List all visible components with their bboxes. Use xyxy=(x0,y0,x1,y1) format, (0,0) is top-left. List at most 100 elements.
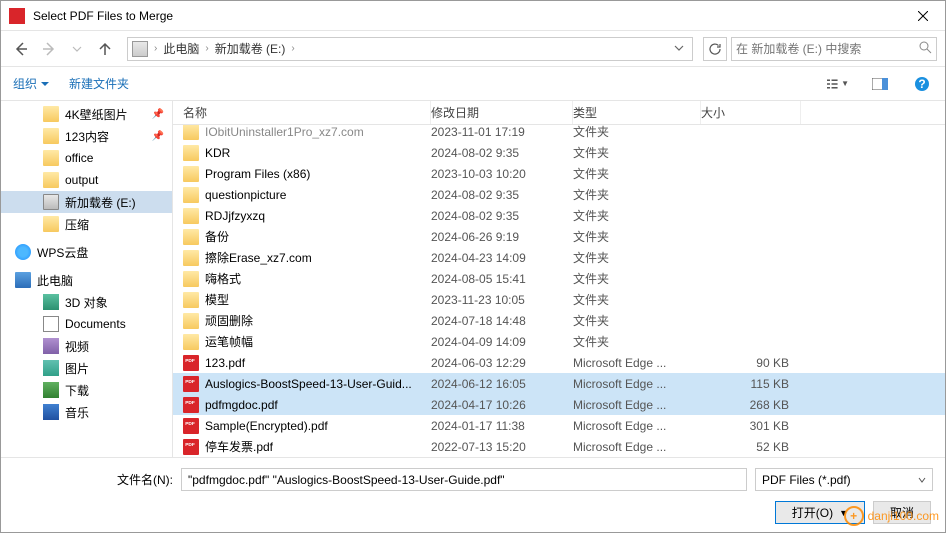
wps-icon xyxy=(15,244,31,260)
folder-icon xyxy=(183,229,199,245)
file-row[interactable]: Auslogics-BoostSpeed-13-User-Guid...2024… xyxy=(173,373,945,394)
file-type: 文件夹 xyxy=(573,270,701,287)
file-row[interactable]: questionpicture2024-08-02 9:35文件夹 xyxy=(173,184,945,205)
file-date: 2023-10-03 10:20 xyxy=(431,167,573,181)
forward-button[interactable] xyxy=(37,37,61,61)
sidebar-pc[interactable]: 此电脑 xyxy=(1,269,172,291)
file-row[interactable]: Sample(Encrypted).pdf2024-01-17 11:38Mic… xyxy=(173,415,945,436)
file-list[interactable]: IObitUninstaller1Pro_xz7.com2023-11-01 1… xyxy=(173,125,945,457)
search-icon[interactable] xyxy=(918,40,932,57)
pdf-icon xyxy=(183,397,199,413)
file-date: 2024-01-17 11:38 xyxy=(431,419,573,433)
preview-pane-button[interactable] xyxy=(869,73,891,95)
file-type: 文件夹 xyxy=(573,228,701,245)
file-row[interactable]: IObitUninstaller1Pro_xz7.com2023-11-01 1… xyxy=(173,125,945,142)
sidebar-item[interactable]: 3D 对象 xyxy=(1,291,172,313)
sidebar-item[interactable]: 压缩 xyxy=(1,213,172,235)
new-folder-button[interactable]: 新建文件夹 xyxy=(69,75,129,92)
search-input[interactable] xyxy=(736,42,918,56)
search-box[interactable] xyxy=(731,37,937,61)
sidebar-item[interactable]: office xyxy=(1,147,172,169)
chevron-down-icon xyxy=(674,43,684,53)
column-date[interactable]: 修改日期 xyxy=(431,101,573,124)
sidebar-item[interactable]: 123内容📌 xyxy=(1,125,172,147)
file-date: 2024-07-18 14:48 xyxy=(431,314,573,328)
folder-icon xyxy=(183,271,199,287)
column-size[interactable]: 大小 xyxy=(701,101,801,124)
breadcrumb-separator[interactable]: › xyxy=(205,43,208,54)
file-row[interactable]: RDJjfzyxzq2024-08-02 9:35文件夹 xyxy=(173,205,945,226)
organize-button[interactable]: 组织 xyxy=(13,75,49,92)
folder-icon xyxy=(43,128,59,144)
chevron-down-icon xyxy=(918,476,926,484)
sidebar-item-label: 3D 对象 xyxy=(65,294,108,311)
file-type: Microsoft Edge ... xyxy=(573,440,701,454)
drive-icon xyxy=(132,41,148,57)
sidebar-item[interactable]: output xyxy=(1,169,172,191)
file-date: 2024-08-02 9:35 xyxy=(431,188,573,202)
pdf-icon xyxy=(183,376,199,392)
open-button[interactable]: 打开(O) ▼ xyxy=(775,501,865,524)
file-row[interactable]: pdfmgdoc.pdf2024-04-17 10:26Microsoft Ed… xyxy=(173,394,945,415)
file-name: Program Files (x86) xyxy=(205,167,431,181)
sidebar-wps[interactable]: WPS云盘 xyxy=(1,241,172,263)
sidebar-item[interactable]: 新加载卷 (E:) xyxy=(1,191,172,213)
file-row[interactable]: 嗨格式2024-08-05 15:41文件夹 xyxy=(173,268,945,289)
view-options-button[interactable]: ▼ xyxy=(827,73,849,95)
column-name[interactable]: 名称 xyxy=(173,101,431,124)
file-row[interactable]: 备份2024-06-26 9:19文件夹 xyxy=(173,226,945,247)
file-type: 文件夹 xyxy=(573,312,701,329)
file-row[interactable]: Program Files (x86)2023-10-03 10:20文件夹 xyxy=(173,163,945,184)
folder-icon xyxy=(183,145,199,161)
help-button[interactable]: ? xyxy=(911,73,933,95)
folder-icon xyxy=(183,334,199,350)
sidebar-item-label: 新加载卷 (E:) xyxy=(65,194,136,211)
file-row[interactable]: 停车发票.pdf2022-07-13 15:20Microsoft Edge .… xyxy=(173,436,945,457)
file-row[interactable]: 擦除Erase_xz7.com2024-04-23 14:09文件夹 xyxy=(173,247,945,268)
recent-button[interactable] xyxy=(65,37,89,61)
up-button[interactable] xyxy=(93,37,117,61)
file-size: 52 KB xyxy=(701,440,789,454)
breadcrumb-pc[interactable]: 此电脑 xyxy=(163,40,199,57)
close-button[interactable] xyxy=(900,1,945,31)
folder-icon xyxy=(183,292,199,308)
sidebar-item[interactable]: 4K壁纸图片📌 xyxy=(1,103,172,125)
file-date: 2024-06-12 16:05 xyxy=(431,377,573,391)
address-dropdown[interactable] xyxy=(670,42,688,56)
file-row[interactable]: 123.pdf2024-06-03 12:29Microsoft Edge ..… xyxy=(173,352,945,373)
file-row[interactable]: KDR2024-08-02 9:35文件夹 xyxy=(173,142,945,163)
filename-label: 文件名(N): xyxy=(13,471,173,488)
file-row[interactable]: 模型2023-11-23 10:05文件夹 xyxy=(173,289,945,310)
file-date: 2024-06-03 12:29 xyxy=(431,356,573,370)
file-row[interactable]: 顽固删除2024-07-18 14:48文件夹 xyxy=(173,310,945,331)
breadcrumb-separator[interactable]: › xyxy=(154,43,157,54)
view-icon xyxy=(827,78,839,90)
file-size: 115 KB xyxy=(701,377,789,391)
refresh-button[interactable] xyxy=(703,37,727,61)
file-row[interactable]: 运笔帧幅2024-04-09 14:09文件夹 xyxy=(173,331,945,352)
filename-input[interactable] xyxy=(181,468,747,491)
folder-icon xyxy=(43,106,59,122)
footer: 文件名(N): PDF Files (*.pdf) 打开(O) ▼ 取消 xyxy=(1,457,945,536)
breadcrumb-drive[interactable]: 新加载卷 (E:) xyxy=(215,40,286,57)
file-type-filter[interactable]: PDF Files (*.pdf) xyxy=(755,468,933,491)
address-bar[interactable]: › 此电脑 › 新加载卷 (E:) › xyxy=(127,37,693,61)
cancel-button[interactable]: 取消 xyxy=(873,501,931,524)
back-button[interactable] xyxy=(9,37,33,61)
file-type: 文件夹 xyxy=(573,165,701,182)
column-type[interactable]: 类型 xyxy=(573,101,701,124)
svg-text:?: ? xyxy=(918,77,925,91)
sidebar-item-label: WPS云盘 xyxy=(37,244,88,261)
sidebar-item-label: 音乐 xyxy=(65,404,89,421)
sidebar-item[interactable]: Documents xyxy=(1,313,172,335)
column-headers: 名称 修改日期 类型 大小 xyxy=(173,101,945,125)
breadcrumb-separator[interactable]: › xyxy=(291,43,294,54)
sidebar-item[interactable]: 视频 xyxy=(1,335,172,357)
music-icon xyxy=(43,404,59,420)
sidebar-item[interactable]: 下载 xyxy=(1,379,172,401)
sidebar-item-label: 此电脑 xyxy=(37,272,73,289)
file-type: 文件夹 xyxy=(573,125,701,140)
sidebar-item[interactable]: 音乐 xyxy=(1,401,172,423)
sidebar-item[interactable]: 图片 xyxy=(1,357,172,379)
file-date: 2024-04-23 14:09 xyxy=(431,251,573,265)
